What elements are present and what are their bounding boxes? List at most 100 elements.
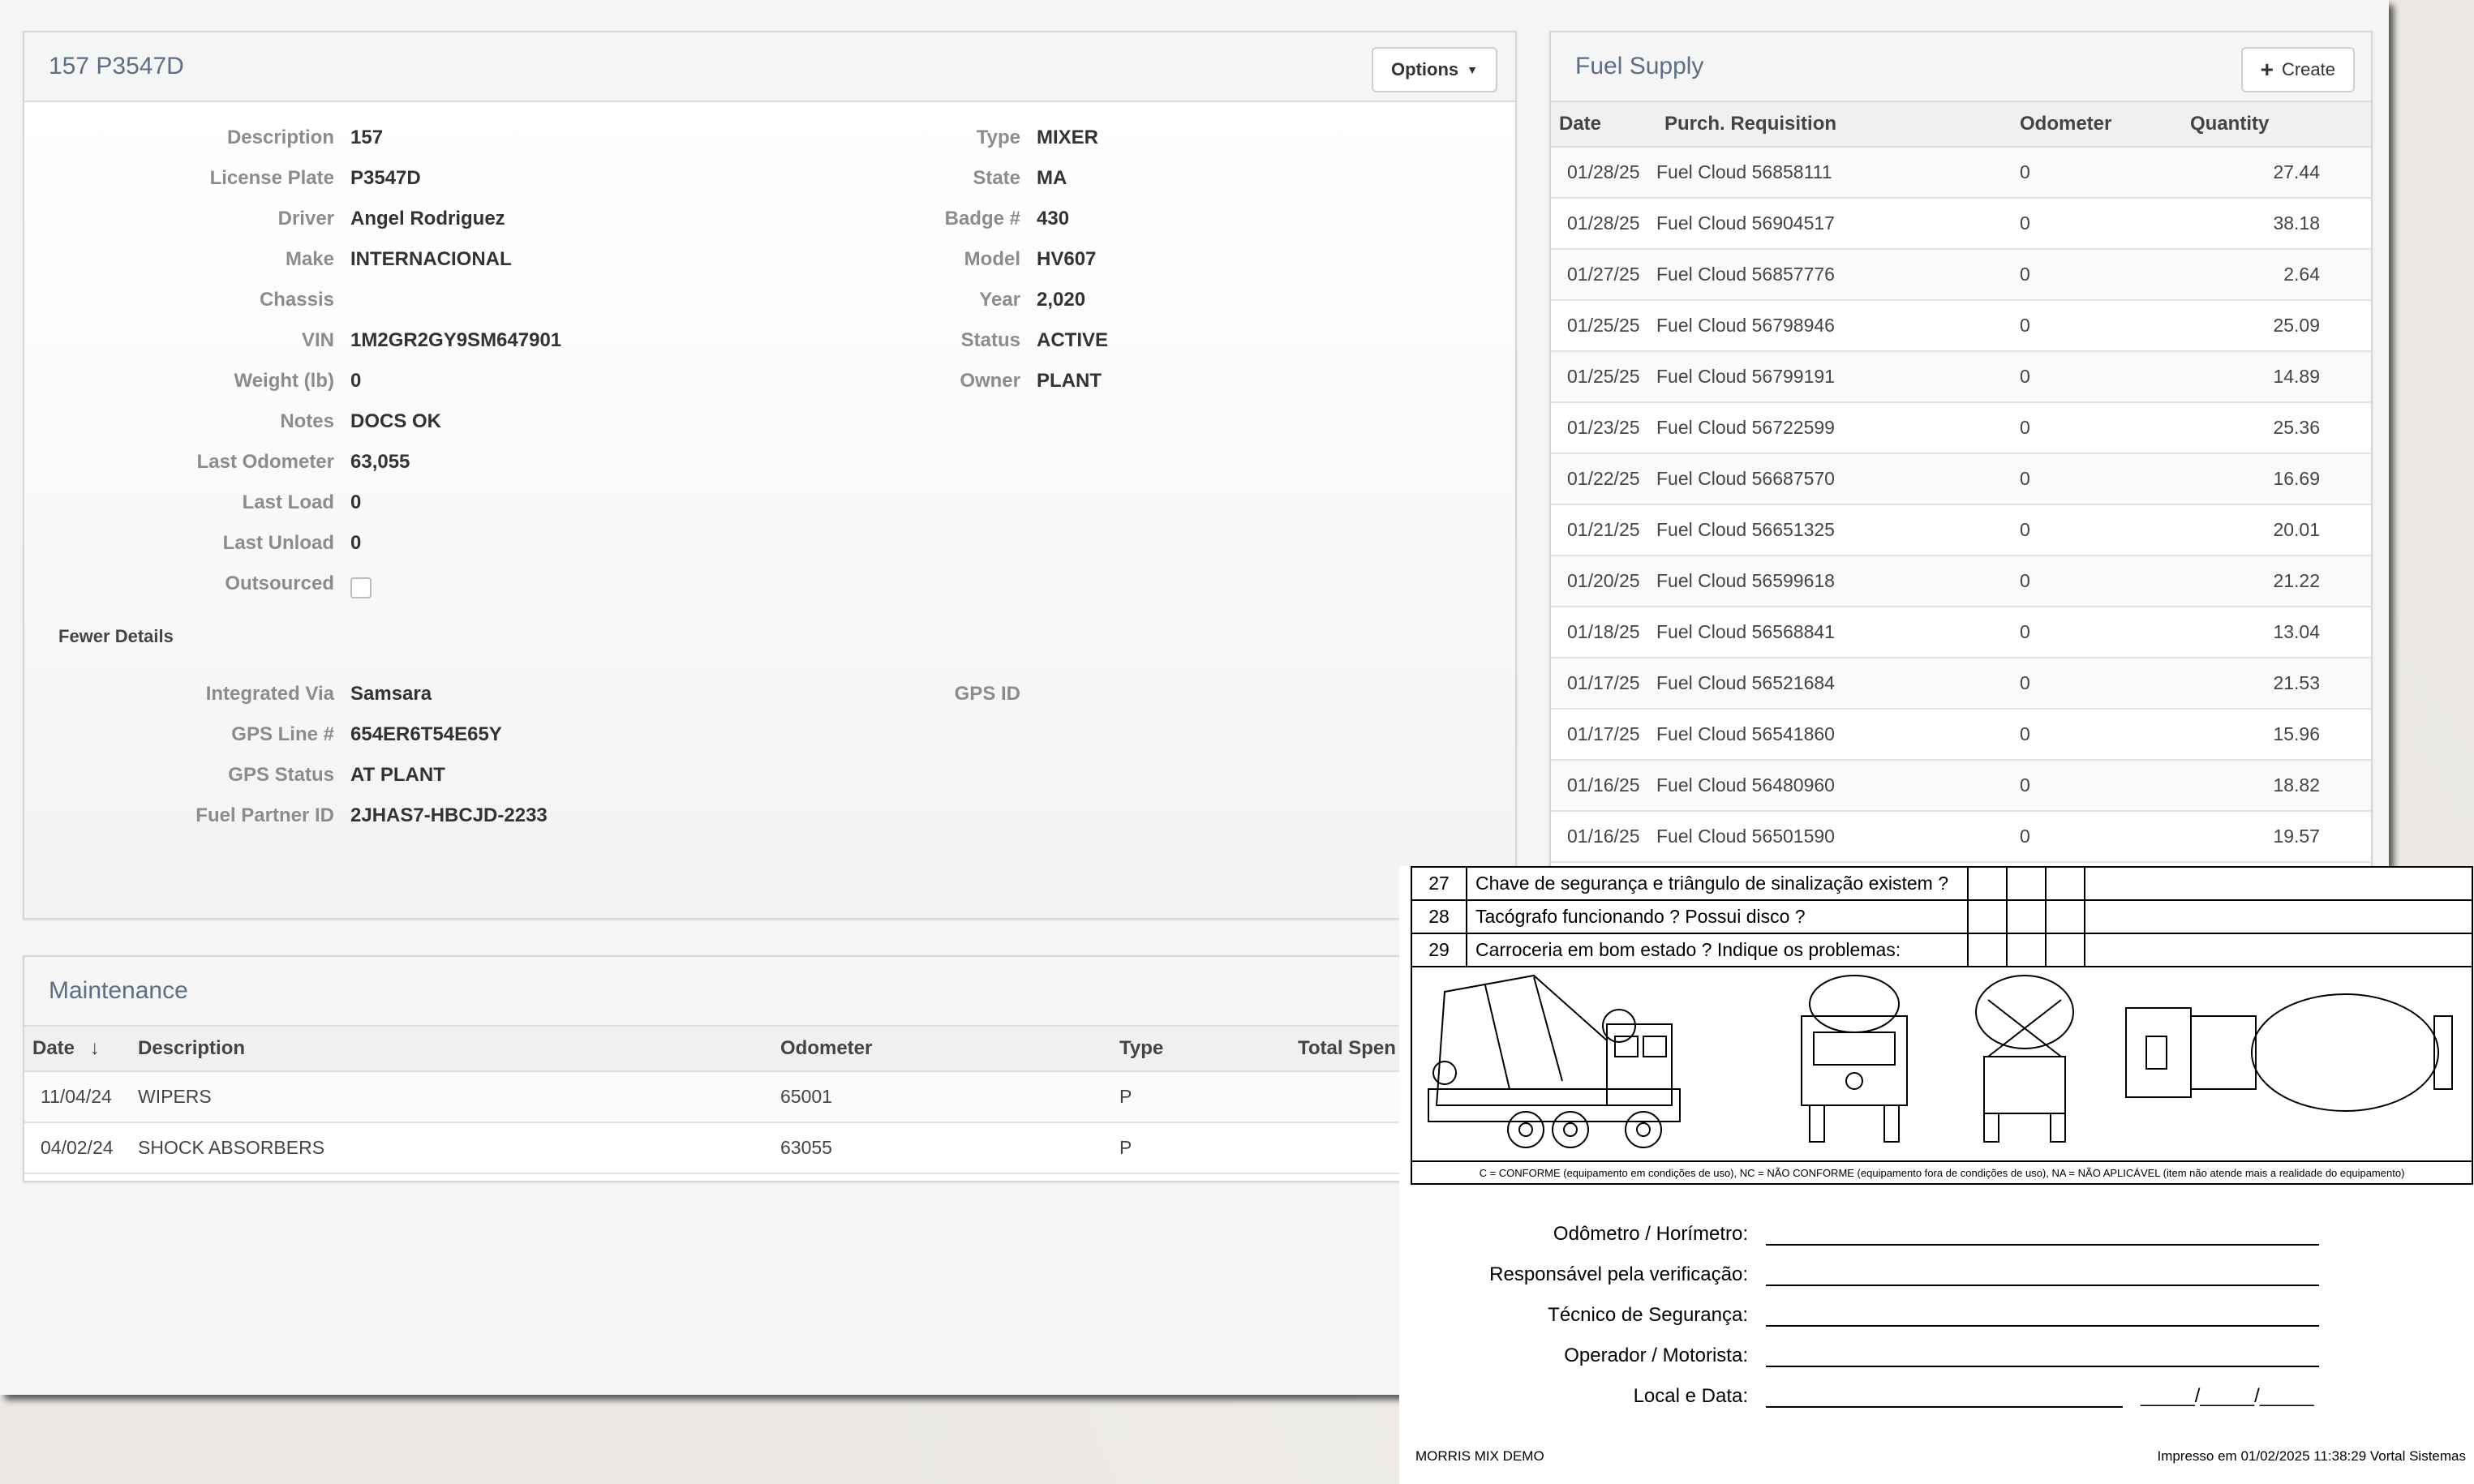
options-button[interactable]: Options ▼: [1372, 47, 1497, 92]
signature-label: Operador / Motorista:: [1564, 1345, 1748, 1366]
table-cell: Fuel Cloud 56568841: [1656, 621, 1835, 642]
table-row[interactable]: 01/16/25 Fuel Cloud 56501590 0 19.57: [1551, 812, 2371, 863]
signature-line[interactable]: [1766, 1348, 2319, 1367]
field-label: Outsourced: [225, 573, 334, 594]
table-cell: Fuel Cloud 56501590: [1656, 826, 1835, 847]
signature-line[interactable]: [1766, 1267, 2319, 1286]
table-cell: 01/16/25: [1567, 774, 1640, 796]
column-header-label: Date: [32, 1037, 75, 1059]
column-header[interactable]: Date: [1551, 113, 1648, 135]
table-cell: 01/28/25: [1567, 161, 1640, 182]
field-value: 430: [1037, 208, 1070, 229]
table-cell: 01/28/25: [1567, 212, 1640, 234]
field-value: 0: [350, 491, 362, 513]
maintenance-panel-header: Maintenance: [24, 957, 1515, 1027]
table-cell: 0: [2020, 212, 2030, 234]
table-cell: Fuel Cloud 56687570: [1656, 468, 1835, 489]
table-cell: 20.01: [2273, 519, 2320, 540]
signature-row: Operador / Motorista:: [1399, 1345, 2319, 1367]
vehicle-panel-body: Fewer Details Description 157 License Plat…: [24, 102, 1515, 918]
table-row[interactable]: 01/21/25 Fuel Cloud 56651325 0 20.01: [1551, 505, 2371, 556]
table-cell: Fuel Cloud 56599618: [1656, 570, 1835, 591]
truck-diagrams: [1412, 967, 2472, 1162]
table-cell: 13.04: [2273, 621, 2320, 642]
date-blank[interactable]: _____/_____/_____: [2141, 1385, 2319, 1408]
checklist-table: 27 Chave de segurança e triângulo de sina…: [1411, 866, 2473, 1185]
table-row[interactable]: 01/20/25 Fuel Cloud 56599618 0 21.22: [1551, 556, 2371, 607]
footer-company: MORRIS MIX DEMO: [1415, 1448, 1544, 1464]
table-cell: Fuel Cloud 56541860: [1656, 723, 1835, 744]
field-value: AT PLANT: [350, 764, 445, 786]
column-header[interactable]: Date ↓: [24, 1037, 130, 1060]
signature-row: Local e Data: _____/_____/_____: [1399, 1385, 2319, 1408]
checklist-mark-cell: [2008, 901, 2047, 933]
table-cell: 01/17/25: [1567, 672, 1640, 693]
signature-label: Técnico de Segurança:: [1548, 1304, 1748, 1326]
table-cell: 21.22: [2273, 570, 2320, 591]
fuel-table-header: Date Purch. Requisition Odometer Quantit…: [1551, 102, 2371, 148]
table-cell: 04/02/24: [41, 1137, 114, 1158]
column-header[interactable]: Purch. Requisition: [1648, 113, 2012, 135]
field-value: 2JHAS7-HBCJD-2233: [350, 804, 548, 826]
column-header[interactable]: Odometer: [2012, 113, 2190, 135]
field-label: GPS Status: [228, 764, 334, 786]
field-row: State MA: [24, 167, 1067, 190]
table-row[interactable]: 01/25/25 Fuel Cloud 56799191 0 14.89: [1551, 352, 2371, 403]
fewer-details-link[interactable]: Fewer Details: [58, 626, 174, 647]
footer-printed: Impresso em 01/02/2025 11:38:29 Vortal S…: [2157, 1448, 2466, 1464]
table-row[interactable]: 01/28/25 Fuel Cloud 56904517 0 38.18: [1551, 199, 2371, 250]
field-label: Badge #: [944, 208, 1020, 229]
field-value: 654ER6T54E65Y: [350, 723, 502, 745]
column-header[interactable]: Type: [1111, 1037, 1298, 1060]
table-row[interactable]: 01/28/25 Fuel Cloud 56858111 0 27.44: [1551, 148, 2371, 199]
column-header[interactable]: Description: [130, 1037, 772, 1060]
table-cell: 15.96: [2273, 723, 2320, 744]
fuel-table-body: 01/28/25 Fuel Cloud 56858111 0 27.44 01/28/2…: [1551, 148, 2371, 863]
checklist-question: Carroceria em bom estado ? Indique os pr…: [1467, 934, 1969, 966]
signature-line[interactable]: [1766, 1307, 2319, 1327]
table-cell: 01/20/25: [1567, 570, 1640, 591]
table-row[interactable]: 01/17/25 Fuel Cloud 56521684 0 21.53: [1551, 658, 2371, 710]
signature-row: Técnico de Segurança:: [1399, 1304, 2319, 1327]
field-row: Notes DOCS OK: [24, 410, 441, 433]
table-cell: 0: [2020, 468, 2030, 489]
field-row: Last Odometer 63,055: [24, 451, 410, 474]
table-cell: Fuel Cloud 56480960: [1656, 774, 1835, 796]
outsourced-checkbox[interactable]: [350, 577, 372, 598]
table-row[interactable]: 01/16/25 Fuel Cloud 56480960 0 18.82: [1551, 761, 2371, 812]
checklist-question: Chave de segurança e triângulo de sinali…: [1467, 868, 1969, 899]
checklist-row: 28 Tacógrafo funcionando ? Possui disco ?: [1412, 901, 2472, 934]
field-label: Last Load: [242, 491, 334, 513]
table-row[interactable]: 01/25/25 Fuel Cloud 56798946 0 25.09: [1551, 301, 2371, 352]
signature-line[interactable]: [1766, 1226, 2319, 1246]
table-row[interactable]: 01/27/25 Fuel Cloud 56857776 0 2.64: [1551, 250, 2371, 301]
table-cell: SHOCK ABSORBERS: [138, 1137, 325, 1158]
field-row: Last Unload 0: [24, 532, 362, 555]
table-row[interactable]: 01/17/25 Fuel Cloud 56541860 0 15.96: [1551, 710, 2371, 761]
checklist-question: Tacógrafo funcionando ? Possui disco ?: [1467, 901, 1969, 933]
maintenance-table-body: 11/04/24 WIPERS 65001 P 04/02/24 SHOCK ABSORB…: [24, 1072, 1515, 1174]
column-header[interactable]: Quantity: [2190, 113, 2320, 135]
table-row[interactable]: 11/04/24 WIPERS 65001 P: [24, 1072, 1515, 1123]
table-cell: 0: [2020, 315, 2030, 336]
table-cell: 18.82: [2273, 774, 2320, 796]
field-label: Model: [964, 248, 1020, 270]
table-cell: Fuel Cloud 56858111: [1656, 161, 1832, 182]
checklist-mark-cell: [2047, 934, 2085, 966]
checklist-row: 27 Chave de segurança e triângulo de sina…: [1412, 868, 2472, 901]
column-header[interactable]: Odometer: [772, 1037, 1111, 1060]
table-cell: Fuel Cloud 56904517: [1656, 212, 1835, 234]
fuel-panel-header: Fuel Supply + Create: [1551, 32, 2371, 102]
table-row[interactable]: 04/02/24SHOCK ABSORBERS63055P6: [24, 1123, 1515, 1174]
table-row[interactable]: 01/18/25 Fuel Cloud 56568841 0 13.04: [1551, 607, 2371, 658]
table-cell: 14.89: [2273, 366, 2320, 387]
table-row[interactable]: 01/22/25 Fuel Cloud 56687570 0 16.69: [1551, 454, 2371, 505]
signature-row: Responsável pela verificação:: [1399, 1263, 2319, 1286]
field-row: Fuel Partner ID 2JHAS7-HBCJD-2233: [24, 804, 548, 827]
create-button[interactable]: + Create: [2240, 47, 2355, 92]
signature-line[interactable]: [1766, 1388, 2123, 1408]
field-row: Model HV607: [24, 248, 1097, 271]
signature-label: Local e Data:: [1633, 1385, 1748, 1407]
table-row[interactable]: 01/23/25 Fuel Cloud 56722599 0 25.36: [1551, 403, 2371, 454]
table-cell: 25.09: [2273, 315, 2320, 336]
